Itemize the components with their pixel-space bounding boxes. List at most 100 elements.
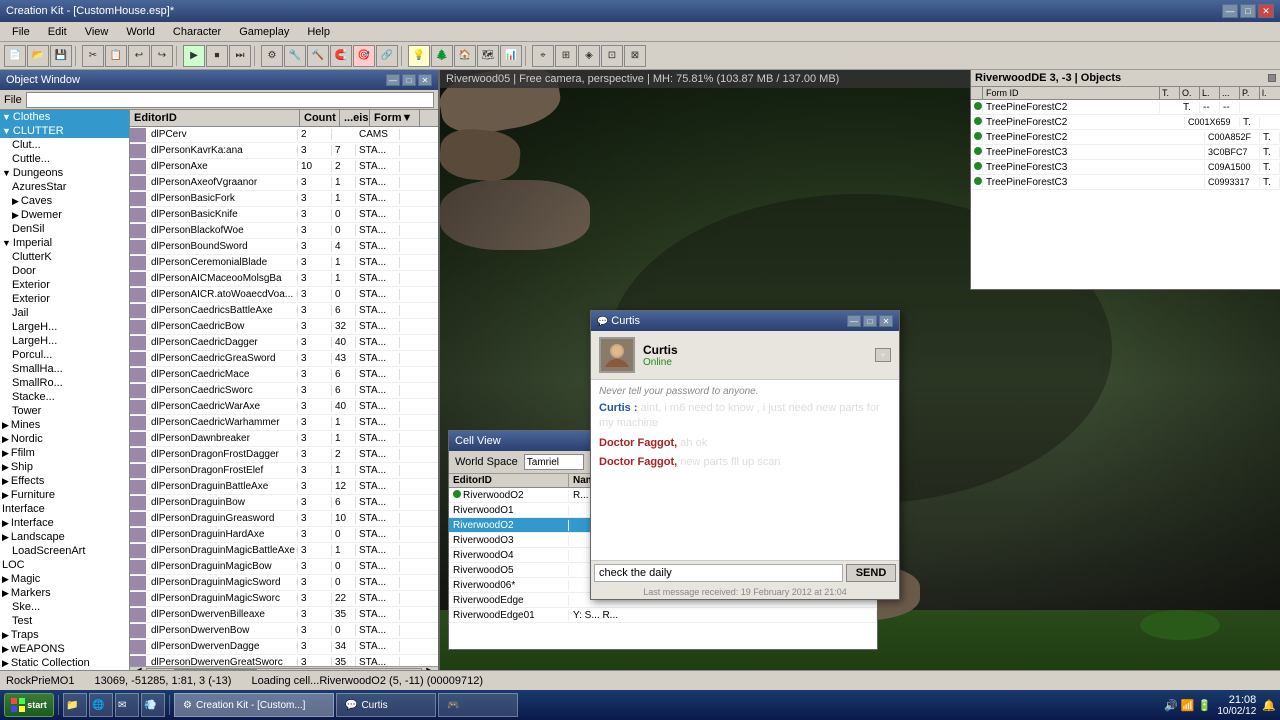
filter-input[interactable] xyxy=(26,92,434,108)
col-refs[interactable]: ...eis xyxy=(340,110,370,126)
list-item[interactable]: dlPersonDraguinBattleAxe312STA... xyxy=(130,479,438,495)
tb-tree[interactable]: 🌲 xyxy=(431,45,453,67)
list-item[interactable]: dlPersonDraguinBow36STA... xyxy=(130,495,438,511)
menu-world[interactable]: World xyxy=(118,24,163,40)
col-form[interactable]: Form▼ xyxy=(370,110,420,126)
list-item[interactable]: dlPersonDraguinHardAxe30STA... xyxy=(130,527,438,543)
list-item[interactable]: dlPersonDraguinMagicSword30STA... xyxy=(130,575,438,591)
close-btn[interactable]: ✕ xyxy=(1258,4,1274,18)
tree-item-door[interactable]: Door xyxy=(0,264,129,278)
tree-item-largeh2[interactable]: LargeH... xyxy=(0,334,129,348)
tree-item-densil[interactable]: DenSil xyxy=(0,222,129,236)
taskbar-steam[interactable]: 💨 xyxy=(141,693,165,717)
tree-item-clutter[interactable]: ▼Clothes xyxy=(0,110,129,124)
tree-item-azures[interactable]: AzuresStar xyxy=(0,180,129,194)
menu-help[interactable]: Help xyxy=(299,24,338,40)
taskbar-email[interactable]: ✉ xyxy=(115,693,139,717)
list-item[interactable]: dlPersonCaedricMace36STA... xyxy=(130,367,438,383)
list-item[interactable]: dlPersonBlackofWoe30STA... xyxy=(130,223,438,239)
list-item[interactable]: dlPersonBasicKnife30STA... xyxy=(130,207,438,223)
tb-open[interactable]: 📂 xyxy=(27,45,49,67)
list-item[interactable]: dlPersonDwervenBow30STA... xyxy=(130,623,438,639)
list-item[interactable]: dlPersonCaedricGreaSword343STA... xyxy=(130,351,438,367)
tree-item-traps[interactable]: ▶Traps xyxy=(0,628,129,642)
tb-light[interactable]: 💡 xyxy=(408,45,430,67)
list-item[interactable]: dlPersonCeremonialBlade31STA... xyxy=(130,255,438,271)
tree-item-loc[interactable]: LOC xyxy=(0,558,129,572)
tree-item-landscape[interactable]: ▶Landscape xyxy=(0,530,129,544)
taskbar-messenger[interactable]: 💬 Curtis xyxy=(336,693,436,717)
tb-cut[interactable]: ✂ xyxy=(82,45,104,67)
chat-maximize-btn[interactable]: □ xyxy=(863,315,877,327)
tb-copy[interactable]: 📋 xyxy=(105,45,127,67)
tree-item-largeh1[interactable]: LargeH... xyxy=(0,320,129,334)
tb-stop[interactable]: ⏹ xyxy=(206,45,228,67)
menu-file[interactable]: File xyxy=(4,24,38,40)
tree-item-clut[interactable]: Clut... xyxy=(0,138,129,152)
tree-item-smallro[interactable]: SmallRo... xyxy=(0,376,129,390)
obj-win-minimize[interactable]: — xyxy=(386,74,400,86)
tree-item-exterior2[interactable]: Exterior xyxy=(0,292,129,306)
taskbar-extra[interactable]: 🎮 xyxy=(438,693,518,717)
cell-col-editorid[interactable]: EditorID xyxy=(449,474,569,487)
tree-item-porcul[interactable]: Porcul... xyxy=(0,348,129,362)
list-item[interactable]: dlPersonDwervenBilleaxe335STA... xyxy=(130,607,438,623)
menu-gameplay[interactable]: Gameplay xyxy=(231,24,297,40)
tb-link[interactable]: 🔗 xyxy=(376,45,398,67)
maximize-btn[interactable]: □ xyxy=(1240,4,1256,18)
list-item[interactable]: dlPersonDwervenDagge334STA... xyxy=(130,639,438,655)
tb-house[interactable]: 🏠 xyxy=(454,45,476,67)
obj-win-close[interactable]: ✕ xyxy=(418,74,432,86)
tb-hammer[interactable]: 🔨 xyxy=(307,45,329,67)
tb-new[interactable]: 📄 xyxy=(4,45,26,67)
tree-item-markers[interactable]: ▶Markers xyxy=(0,586,129,600)
tree-item-test[interactable]: Test xyxy=(0,614,129,628)
list-item[interactable]: dlPersonCaedricWarhammer31STA... xyxy=(130,415,438,431)
tree-item-imperial[interactable]: ▼Imperial xyxy=(0,236,129,250)
tree-item-smallha[interactable]: SmallHa... xyxy=(0,362,129,376)
tree-item-cuttle[interactable]: Cuttle... xyxy=(0,152,129,166)
rp-row[interactable]: TreePineForestC2 T. -- -- xyxy=(971,100,1280,115)
taskbar-explorer[interactable]: 📁 xyxy=(63,693,87,717)
minimize-btn[interactable]: — xyxy=(1222,4,1238,18)
list-item[interactable]: dlPersonBoundSword34STA... xyxy=(130,239,438,255)
rp-row[interactable]: TreePineForestC2 C00A852F T. xyxy=(971,130,1280,145)
tree-item-magic[interactable]: ▶Magic xyxy=(0,572,129,586)
tb-redo[interactable]: ↪ xyxy=(151,45,173,67)
chat-close-btn[interactable]: ✕ xyxy=(879,315,893,327)
list-item[interactable]: dlPersonDragonFrostDagger32STA... xyxy=(130,447,438,463)
menu-edit[interactable]: Edit xyxy=(40,24,75,40)
list-item[interactable]: dlPersonDwervenGreatSworc335STA... xyxy=(130,655,438,666)
tb-extra4[interactable]: ⊡ xyxy=(601,45,623,67)
menu-character[interactable]: Character xyxy=(165,24,229,40)
tb-extra5[interactable]: ⊠ xyxy=(624,45,646,67)
tb-save[interactable]: 💾 xyxy=(50,45,72,67)
tree-item-caves[interactable]: ▶Caves xyxy=(0,194,129,208)
cell-row[interactable]: RiverwoodEdge01 Y: S... R... xyxy=(449,608,877,623)
list-item[interactable]: dlPCerv2CAMS xyxy=(130,127,438,143)
taskbar-creation-kit[interactable]: ⚙ Creation Kit - [Custom...] xyxy=(174,693,334,717)
rp-row[interactable]: TreePineForestC3 3C0BFC7 T. xyxy=(971,145,1280,160)
tree-item-dwemer[interactable]: ▶Dwemer xyxy=(0,208,129,222)
start-button[interactable]: start xyxy=(4,693,54,717)
chat-minimize-btn[interactable]: — xyxy=(847,315,861,327)
tb-extra1[interactable]: ⌖ xyxy=(532,45,554,67)
col-editorid[interactable]: EditorID xyxy=(130,110,300,126)
list-item[interactable]: dlPersonAxeofVgraanor31STA... xyxy=(130,175,438,191)
taskbar-notify-icon[interactable]: 🔔 xyxy=(1262,699,1276,712)
tb-extra3[interactable]: ◈ xyxy=(578,45,600,67)
tree-item-weapons[interactable]: ▶wEAPONS xyxy=(0,642,129,656)
tb-settings[interactable]: ⚙ xyxy=(261,45,283,67)
list-item[interactable]: dlPersonCaedricWarAxe340STA... xyxy=(130,399,438,415)
tree-item-dungeons[interactable]: ▼Dungeons xyxy=(0,166,129,180)
tree-item-tower[interactable]: Tower xyxy=(0,404,129,418)
list-item[interactable]: dlPersonCaedricBow332STA... xyxy=(130,319,438,335)
tree-item-clutter2[interactable]: ▼CLUTTER xyxy=(0,124,129,138)
list-item[interactable]: dlPersonDraguinMagicSworc322STA... xyxy=(130,591,438,607)
tree-item-exterior1[interactable]: Exterior xyxy=(0,278,129,292)
tree-item-furniture[interactable]: ▶Furniture xyxy=(0,488,129,502)
tb-extra2[interactable]: ⊞ xyxy=(555,45,577,67)
tb-target[interactable]: 🎯 xyxy=(353,45,375,67)
tree-item-jail[interactable]: Jail xyxy=(0,306,129,320)
tb-play[interactable]: ▶ xyxy=(183,45,205,67)
